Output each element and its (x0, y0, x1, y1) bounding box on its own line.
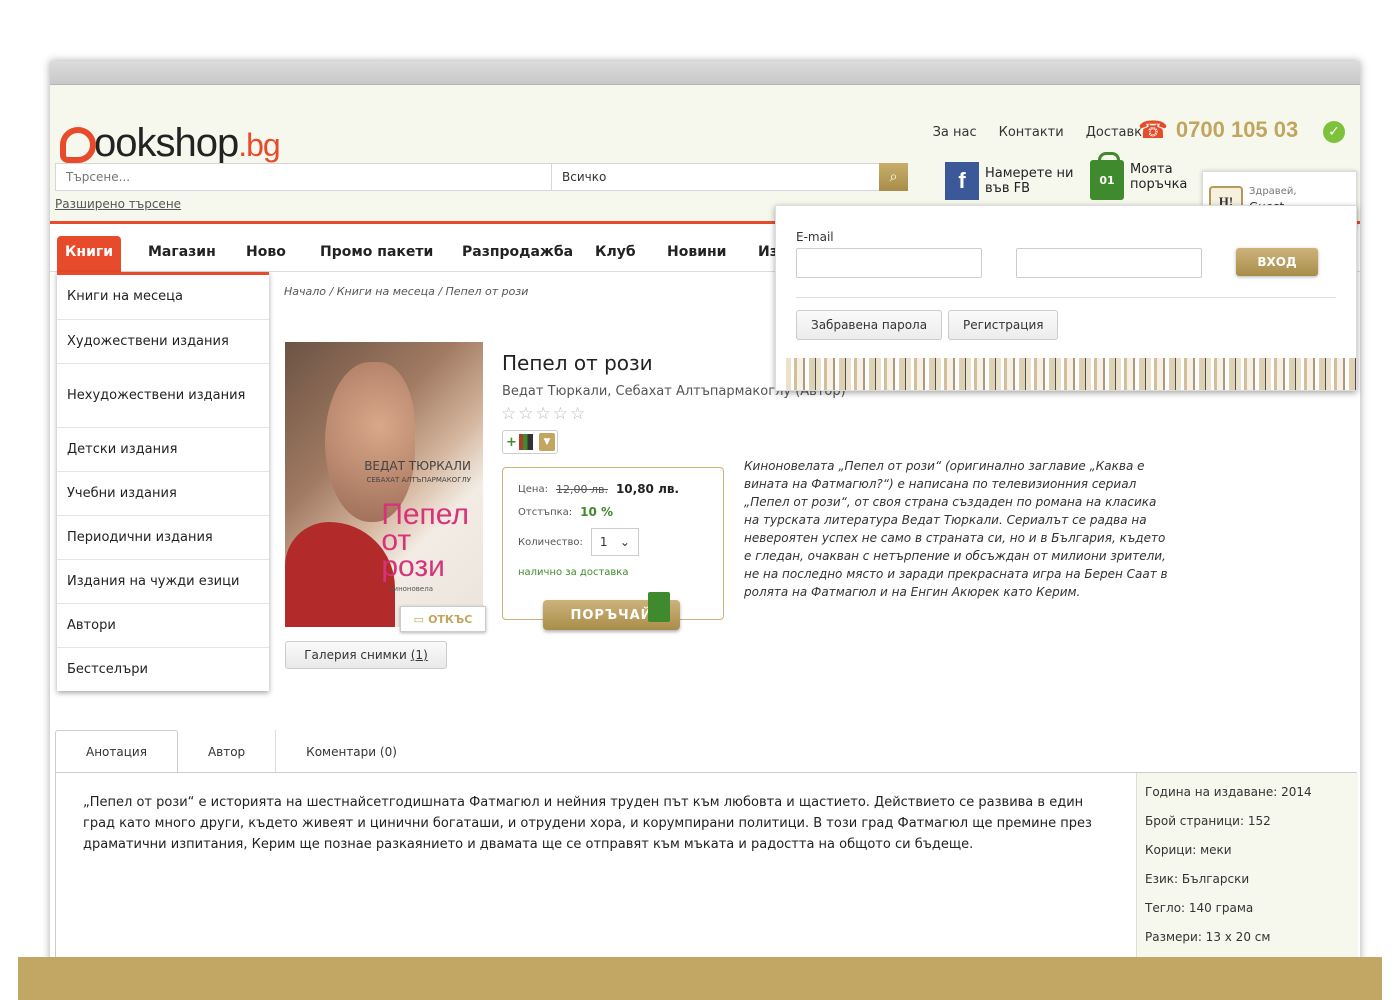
link-contacts[interactable]: Контакти (999, 125, 1064, 140)
shopping-bag-icon (648, 592, 670, 622)
menu-item-authors[interactable]: Автори (57, 604, 269, 648)
breadcrumb: Начало / Книги на месеца / Пепел от рози (284, 285, 529, 298)
site-logo[interactable]: ookshop.bg (60, 121, 281, 165)
nav-books[interactable]: Книги (57, 236, 121, 272)
search-bar: Всичко ⌄ (55, 163, 907, 191)
info-tabs: Анотация Автор Коментари (0) (55, 730, 427, 773)
login-button[interactable]: ВХОД (1236, 248, 1318, 276)
discount-row: Отстъпка: 10 % (518, 505, 614, 519)
spec-year: Година на издаване: 2014 (1145, 785, 1312, 799)
browser-window: ookshop.bg За нас Контакти Доставка ☎ 07… (50, 61, 1360, 1000)
login-popup: E-mail ВХОД Забравена парола Регистрация (775, 205, 1357, 391)
menu-item-periodicals[interactable]: Периодични издания (57, 516, 269, 560)
cover-author: ВЕДАТ ТЮРКАЛИ СЕБАХАТ АЛТЪПАРМАКОГЛУ (364, 459, 471, 484)
new-price: 10,80 лв. (615, 482, 680, 496)
top-links: За нас Контакти Доставка (933, 125, 1150, 140)
price-box: Цена: 12,00 лв. 10,80 лв. Отстъпка: 10 %… (502, 467, 724, 620)
search-input[interactable] (56, 164, 552, 190)
chevron-down-icon: ▼ (538, 433, 555, 451)
price-row: Цена: 12,00 лв. 10,80 лв. (518, 482, 680, 496)
menu-item-fiction[interactable]: Художествени издания (57, 320, 269, 364)
nav-shop[interactable]: Магазин (148, 236, 216, 272)
menu-item-nonfiction[interactable]: Нехудожествени издания (57, 364, 269, 428)
bookshelf-decoration (786, 358, 1356, 390)
spec-pages: Брой страници: 152 (1145, 814, 1271, 828)
secure-check-icon: ✓ (1323, 121, 1345, 143)
book-title: Пепел от рози (502, 351, 653, 375)
logo-text: ookshop.bg (94, 121, 281, 165)
annotation-text: „Пепел от рози“ е историята на шестнайсе… (83, 795, 1092, 852)
nav-new[interactable]: Ново (246, 236, 286, 272)
email-label: E-mail (796, 230, 834, 244)
order-button[interactable]: ПОРЪЧАЙ (543, 592, 680, 630)
quantity-row: Количество: 1 ⌄ (518, 528, 639, 556)
email-field[interactable] (796, 248, 982, 278)
facebook-text: Намерете ни във FB (985, 166, 1074, 196)
book-icon: ▭ (413, 612, 425, 626)
link-about[interactable]: За нас (933, 125, 977, 140)
spec-size: Размери: 13 x 20 см (1145, 930, 1271, 944)
password-field[interactable] (1016, 248, 1202, 278)
spec-language: Език: Български (1145, 872, 1250, 886)
plus-icon: + (506, 434, 517, 450)
peek-button[interactable]: ▭ ОТКЪС (400, 606, 486, 632)
search-category-value: Всичко (562, 170, 607, 184)
site-header: ookshop.bg За нас Контакти Доставка ☎ 07… (50, 85, 1360, 229)
phone-number: 0700 105 03 (1175, 117, 1299, 142)
advanced-search-link[interactable]: Разширено търсене (55, 197, 181, 211)
login-divider (796, 297, 1336, 298)
old-price: 12,00 лв. (555, 482, 608, 496)
menu-item-educational[interactable]: Учебни издания (57, 472, 269, 516)
phone-icon: ☎ (1138, 116, 1168, 144)
nav-sale[interactable]: Разпродажба (462, 236, 573, 272)
facebook-link[interactable]: f Намерете ни във FB (945, 162, 1073, 200)
menu-item-children[interactable]: Детски издания (57, 428, 269, 472)
register-button[interactable]: Регистрация (948, 310, 1059, 340)
gallery-button[interactable]: Галерия снимки (1) (285, 641, 447, 669)
search-category-select[interactable]: Всичко ⌄ (552, 164, 906, 190)
book-description: Киноновелата „Пепел от рози“ (оригинално… (744, 459, 1168, 599)
search-icon: ⌕ (889, 169, 898, 185)
nav-promo[interactable]: Промо пакети (320, 236, 433, 272)
availability-status: налично за доставка (518, 567, 629, 578)
facebook-icon: f (945, 162, 979, 200)
menu-item-foreign[interactable]: Издания на чужди езици (57, 560, 269, 604)
nav-news[interactable]: Новини (667, 236, 727, 272)
tab-annotation[interactable]: Анотация (55, 730, 178, 773)
window-top-bar (50, 61, 1360, 85)
quantity-select[interactable]: 1 ⌄ (590, 528, 639, 556)
cover-subtitle: киноновела (389, 585, 433, 593)
cover-title: Пепел от рози (381, 498, 469, 583)
greeting-text: Здравей, (1249, 186, 1297, 197)
my-order-link[interactable]: 01 Моята поръчка (1090, 152, 1188, 200)
books-dropdown-menu: Книги на месеца Художествени издания Нех… (57, 272, 269, 691)
tab-author[interactable]: Автор (178, 730, 277, 773)
cover-shirt (285, 522, 395, 627)
my-order-text: Моята поръчка (1130, 162, 1188, 192)
phone: ☎ 0700 105 03 (1138, 117, 1298, 143)
menu-item-books-of-month[interactable]: Книги на месеца (57, 275, 269, 320)
spec-cover: Корици: меки (1145, 843, 1232, 857)
spec-weight: Тегло: 140 грама (1145, 901, 1254, 915)
forgot-password-button[interactable]: Забравена парола (796, 310, 943, 340)
nav-club[interactable]: Клуб (595, 236, 636, 272)
rating-stars[interactable]: ☆☆☆☆☆ (501, 404, 587, 424)
discount-value: 10 % (580, 505, 614, 519)
book-cover[interactable]: ВЕДАТ ТЮРКАЛИ СЕБАХАТ АЛТЪПАРМАКОГЛУ Пепе… (285, 342, 483, 627)
shopping-bag-icon: 01 (1090, 152, 1124, 200)
tab-comments[interactable]: Коментари (0) (276, 730, 427, 773)
search-button[interactable]: ⌕ (879, 163, 908, 191)
logo-b-mark (60, 127, 96, 163)
footer-bar (18, 957, 1382, 1000)
chevron-down-icon: ⌄ (619, 535, 630, 549)
add-to-shelf-button[interactable]: + ▼ (502, 430, 558, 454)
bookshelf-icon (518, 434, 533, 450)
menu-item-bestsellers[interactable]: Бестселъри (57, 648, 269, 691)
